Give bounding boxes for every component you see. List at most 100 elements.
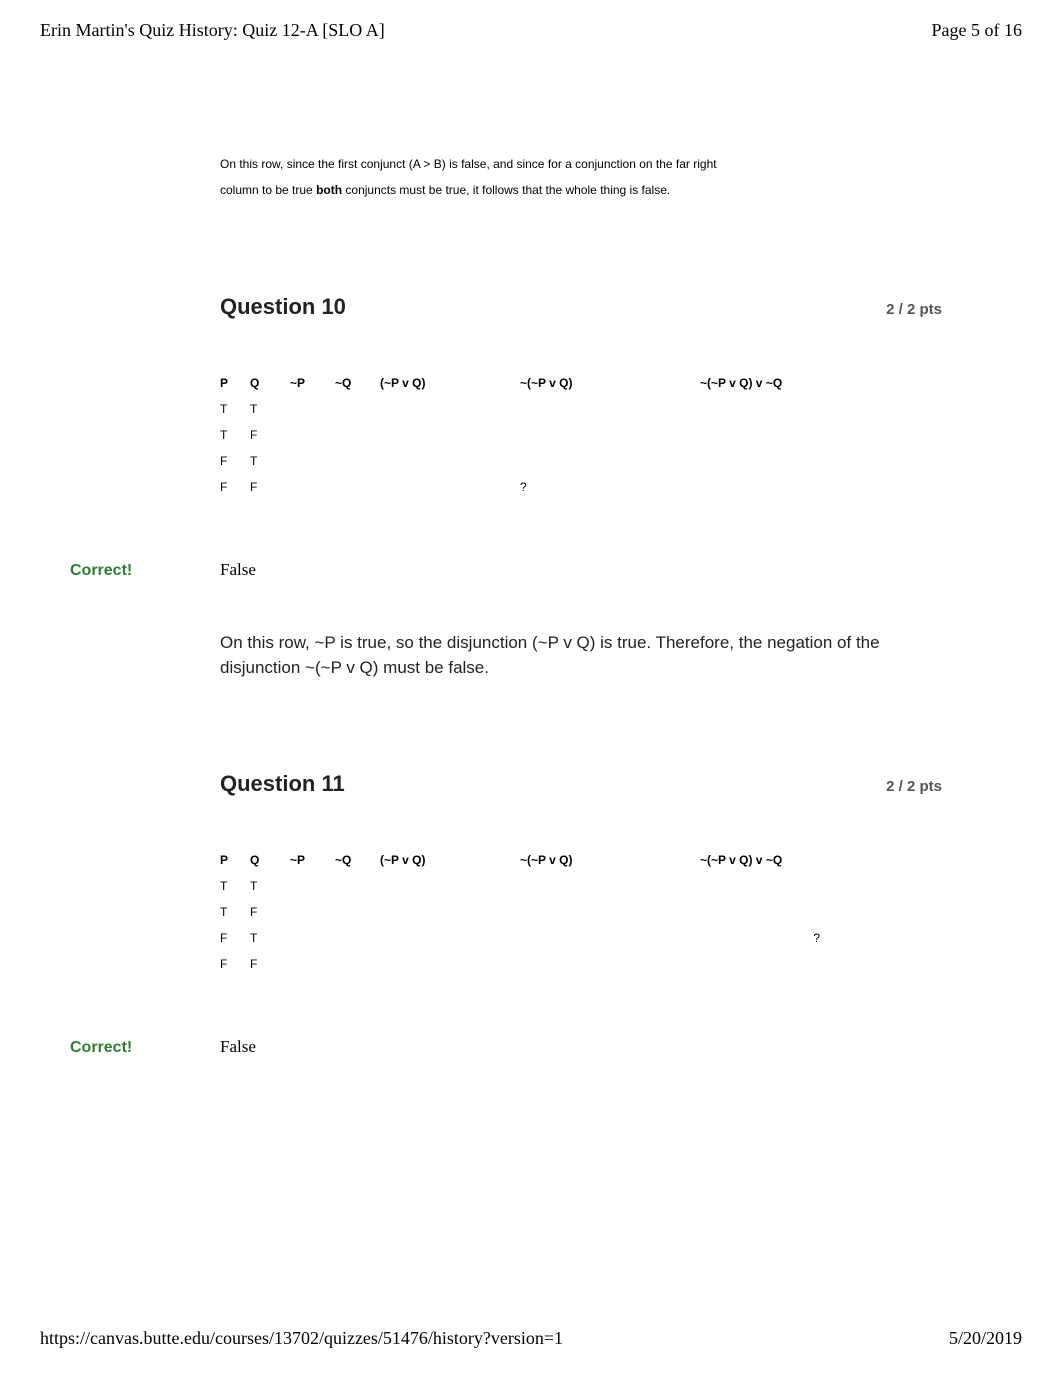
cell <box>380 925 520 951</box>
table-row: T T <box>220 873 860 899</box>
q11-table: P Q ~P ~Q (~P v Q) ~(~P v Q) ~(~P v Q) v… <box>220 847 860 977</box>
cell <box>520 448 700 474</box>
col-npvq: (~P v Q) <box>380 847 520 873</box>
cell <box>380 474 520 500</box>
cell: F <box>220 448 250 474</box>
col-q: Q <box>250 847 290 873</box>
cell <box>700 448 860 474</box>
header-title: Erin Martin's Quiz History: Quiz 12-A [S… <box>40 20 385 41</box>
prev-explanation-line1: On this row, since the first conjunct (A… <box>220 151 942 177</box>
cell: F <box>250 474 290 500</box>
table-row: F F <box>220 951 860 977</box>
question-10: Question 10 2 / 2 pts P Q ~P ~Q (~P v Q)… <box>220 294 942 681</box>
table-row: T F <box>220 422 860 448</box>
q11-correct-row: Correct! False <box>70 1037 942 1057</box>
cell: F <box>250 899 290 925</box>
q10-table: P Q ~P ~Q (~P v Q) ~(~P v Q) ~(~P v Q) v… <box>220 370 860 500</box>
cell <box>380 422 520 448</box>
q10-answer: False <box>220 560 256 580</box>
cell <box>290 448 335 474</box>
question-11-title: Question 11 <box>220 771 345 797</box>
cell <box>380 396 520 422</box>
cell <box>290 396 335 422</box>
cell: F <box>220 474 250 500</box>
cell <box>520 899 700 925</box>
question-10-pts: 2 / 2 pts <box>886 301 942 318</box>
cell <box>700 873 860 899</box>
cell <box>520 873 700 899</box>
cell <box>290 951 335 977</box>
cell: F <box>220 925 250 951</box>
cell <box>335 474 380 500</box>
footer-url: https://canvas.butte.edu/courses/13702/q… <box>40 1328 563 1349</box>
table-row: F F ? <box>220 474 860 500</box>
cell: T <box>220 396 250 422</box>
cell <box>335 448 380 474</box>
q11-answer: False <box>220 1037 256 1057</box>
cell <box>335 873 380 899</box>
page: Erin Martin's Quiz History: Quiz 12-A [S… <box>0 0 1062 1377</box>
cell <box>380 951 520 977</box>
content: On this row, since the first conjunct (A… <box>220 151 942 1057</box>
prev-line2-a: column to be true <box>220 183 316 197</box>
col-nnpvq: ~(~P v Q) <box>520 370 700 396</box>
cell: F <box>250 951 290 977</box>
col-p: P <box>220 847 250 873</box>
cell <box>380 873 520 899</box>
col-np: ~P <box>290 370 335 396</box>
cell <box>700 474 860 500</box>
cell <box>700 951 860 977</box>
col-np: ~P <box>290 847 335 873</box>
cell: T <box>220 873 250 899</box>
correct-label: Correct! <box>70 562 220 580</box>
cell <box>290 422 335 448</box>
cell <box>290 925 335 951</box>
question-11: Question 11 2 / 2 pts P Q ~P ~Q (~P v Q)… <box>220 771 942 1057</box>
header-page: Page 5 of 16 <box>932 20 1022 41</box>
page-header: Erin Martin's Quiz History: Quiz 12-A [S… <box>40 20 1022 41</box>
page-footer: https://canvas.butte.edu/courses/13702/q… <box>40 1328 1022 1349</box>
col-nnpvq: ~(~P v Q) <box>520 847 700 873</box>
prev-explanation: On this row, since the first conjunct (A… <box>220 151 942 204</box>
prev-explanation-line2: column to be true both conjuncts must be… <box>220 177 942 203</box>
question-11-pts: 2 / 2 pts <box>886 778 942 795</box>
col-last: ~(~P v Q) v ~Q <box>700 847 860 873</box>
cell <box>380 448 520 474</box>
col-nq: ~Q <box>335 847 380 873</box>
footer-date: 5/20/2019 <box>949 1328 1022 1349</box>
cell <box>700 899 860 925</box>
cell: F <box>220 951 250 977</box>
cell: T <box>220 422 250 448</box>
cell: T <box>250 396 290 422</box>
cell-qmark: ? <box>520 474 700 500</box>
cell <box>290 474 335 500</box>
col-npvq: (~P v Q) <box>380 370 520 396</box>
cell <box>520 422 700 448</box>
cell <box>290 899 335 925</box>
cell <box>380 899 520 925</box>
cell-qmark: ? <box>700 925 860 951</box>
table-header-row: P Q ~P ~Q (~P v Q) ~(~P v Q) ~(~P v Q) v… <box>220 847 860 873</box>
cell: F <box>250 422 290 448</box>
cell <box>520 951 700 977</box>
question-10-title: Question 10 <box>220 294 346 320</box>
cell <box>290 873 335 899</box>
cell <box>335 899 380 925</box>
table-row: F T <box>220 448 860 474</box>
cell <box>520 396 700 422</box>
cell: T <box>250 925 290 951</box>
q10-correct-row: Correct! False <box>70 560 942 580</box>
cell <box>335 951 380 977</box>
cell <box>700 422 860 448</box>
cell <box>335 422 380 448</box>
cell <box>335 925 380 951</box>
table-row: F T ? <box>220 925 860 951</box>
cell <box>335 396 380 422</box>
col-q: Q <box>250 370 290 396</box>
cell: T <box>250 873 290 899</box>
question-11-header: Question 11 2 / 2 pts <box>220 771 942 797</box>
cell: T <box>250 448 290 474</box>
table-header-row: P Q ~P ~Q (~P v Q) ~(~P v Q) ~(~P v Q) v… <box>220 370 860 396</box>
table-row: T F <box>220 899 860 925</box>
cell <box>700 396 860 422</box>
